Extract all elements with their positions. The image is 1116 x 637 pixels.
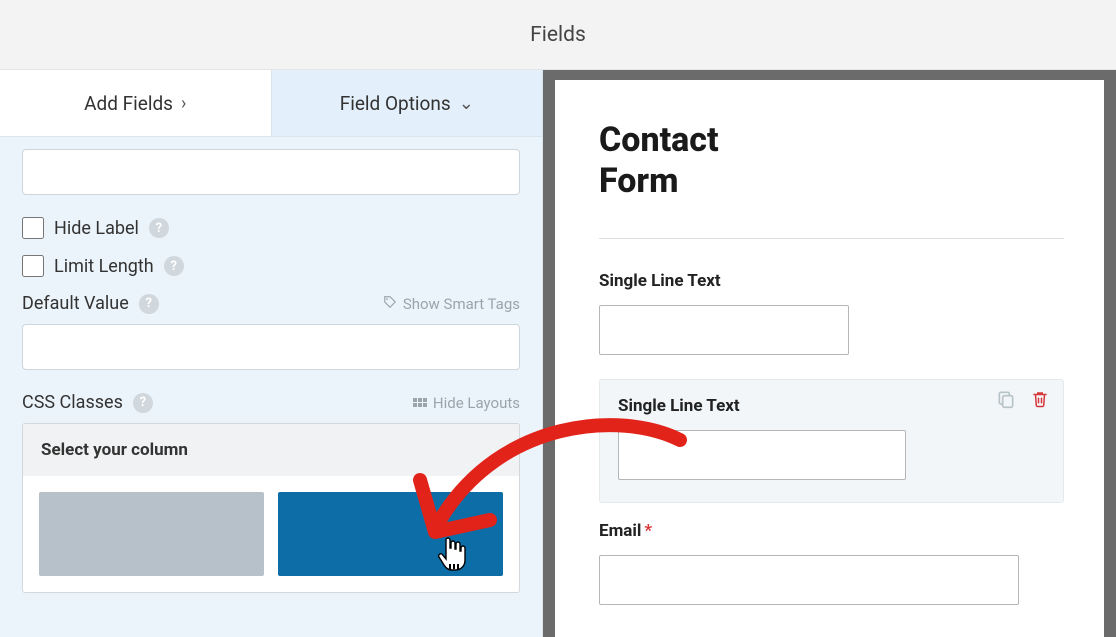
left-sidebar: Add Fields › Field Options ⌄ Hide Label …: [0, 70, 543, 637]
field-2-label: Single Line Text: [618, 396, 1045, 416]
sidebar-tabs: Add Fields › Field Options ⌄: [0, 70, 542, 136]
tab-field-options-label: Field Options: [340, 92, 451, 115]
help-icon[interactable]: ?: [164, 256, 184, 276]
hide-label-text: Hide Label: [54, 218, 139, 239]
form-field-3[interactable]: Email*: [599, 521, 1064, 605]
column-picker-body: [23, 476, 519, 592]
field-3-label: Email*: [599, 521, 1064, 541]
top-bar: Fields: [0, 0, 1116, 70]
field-1-input[interactable]: [599, 305, 849, 355]
cursor-hand-icon: [438, 536, 470, 572]
field-3-input[interactable]: [599, 555, 1019, 605]
help-icon[interactable]: ?: [139, 294, 159, 314]
form-title: Contact Form: [599, 120, 799, 202]
column-picker: Select your column: [22, 423, 520, 593]
css-classes-row: CSS Classes ? Hide Layouts: [22, 392, 520, 413]
hide-layouts-text: Hide Layouts: [433, 394, 520, 412]
limit-length-checkbox[interactable]: [22, 255, 44, 277]
field-options-panel: Hide Label ? Limit Length ? Default Valu…: [0, 136, 542, 637]
tag-icon: [383, 295, 397, 313]
limit-length-text: Limit Length: [54, 256, 154, 277]
tab-field-options[interactable]: Field Options ⌄: [272, 70, 543, 136]
help-icon[interactable]: ?: [149, 218, 169, 238]
limit-length-option[interactable]: Limit Length ?: [22, 255, 520, 277]
field-actions: [995, 388, 1051, 410]
duplicate-field-button[interactable]: [995, 388, 1017, 410]
divider: [599, 238, 1064, 239]
hide-label-option[interactable]: Hide Label ?: [22, 217, 520, 239]
main-area: Add Fields › Field Options ⌄ Hide Label …: [0, 70, 1116, 637]
css-classes-label: CSS Classes: [22, 392, 123, 413]
form-field-1[interactable]: Single Line Text: [599, 271, 1064, 355]
delete-field-button[interactable]: [1029, 388, 1051, 410]
grid-icon: [413, 398, 427, 407]
hide-layouts-link[interactable]: Hide Layouts: [413, 394, 520, 412]
tab-add-fields-label: Add Fields: [84, 92, 173, 115]
show-smart-tags-text: Show Smart Tags: [403, 295, 520, 313]
column-option-right[interactable]: [278, 492, 503, 576]
chevron-right-icon: ›: [181, 93, 186, 114]
column-picker-header: Select your column: [23, 424, 519, 476]
column-option-left[interactable]: [39, 492, 264, 576]
default-value-input[interactable]: [22, 324, 520, 370]
chevron-down-icon: ⌄: [459, 93, 474, 114]
tab-add-fields[interactable]: Add Fields ›: [0, 70, 272, 136]
form-preview: Contact Form Single Line Text Single Lin…: [555, 80, 1104, 637]
form-preview-container: Contact Form Single Line Text Single Lin…: [543, 70, 1116, 637]
hide-label-checkbox[interactable]: [22, 217, 44, 239]
show-smart-tags-link[interactable]: Show Smart Tags: [383, 295, 520, 313]
default-value-label: Default Value: [22, 293, 129, 314]
label-input[interactable]: [22, 149, 520, 195]
required-asterisk: *: [644, 521, 652, 541]
help-icon[interactable]: ?: [133, 393, 153, 413]
top-bar-title: Fields: [530, 23, 586, 47]
field-2-input[interactable]: [618, 430, 906, 480]
field-1-label: Single Line Text: [599, 271, 1064, 291]
form-field-2-selected[interactable]: Single Line Text: [599, 379, 1064, 503]
default-value-row: Default Value ? Show Smart Tags: [22, 293, 520, 314]
